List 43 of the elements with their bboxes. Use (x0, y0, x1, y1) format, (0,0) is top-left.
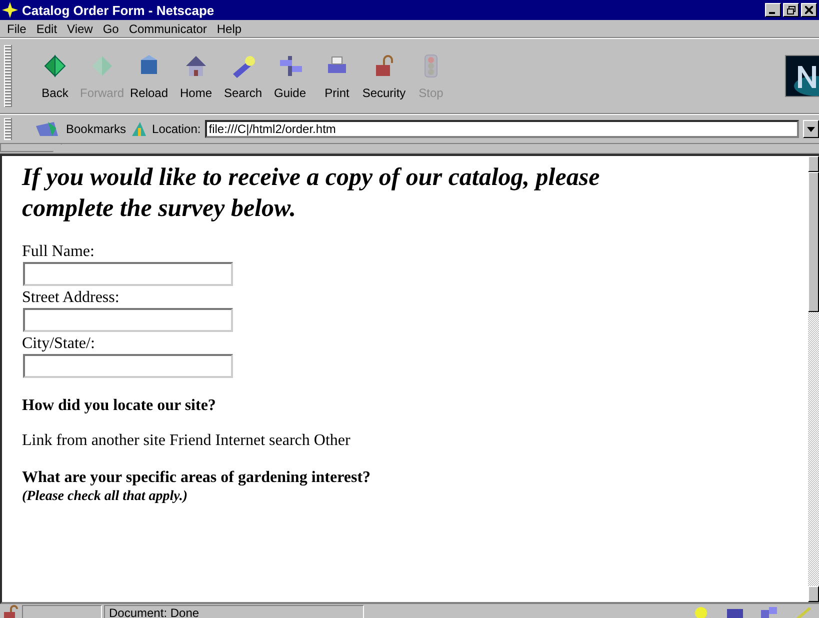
field-label: City/State/: (22, 334, 95, 353)
menu-item[interactable]: Communicator (124, 22, 212, 36)
close-icon (805, 6, 813, 14)
toolbar-button[interactable]: Home (173, 52, 219, 100)
toolbar-button[interactable]: Reload (126, 52, 172, 100)
dropdown-button[interactable] (803, 120, 819, 138)
toolbar-grip[interactable] (4, 118, 12, 140)
location-label: Location: (152, 122, 201, 136)
status-text: Document: Done (104, 605, 364, 618)
window-title: Catalog Order Form - Netscape (22, 2, 216, 18)
minimize-button[interactable] (765, 3, 781, 17)
star-burst-icon (2, 2, 18, 18)
menu-item[interactable]: View (62, 22, 98, 36)
toolbar-button[interactable]: Search (220, 52, 266, 100)
scrollbar[interactable] (808, 156, 819, 602)
restore-icon (786, 6, 796, 14)
input-field[interactable] (23, 354, 233, 378)
field-label: Full Name: (22, 242, 94, 261)
input-field[interactable] (23, 262, 233, 286)
menu-item[interactable]: Edit (31, 22, 62, 36)
options-text: Link from another site Friend Internet search Other (22, 432, 350, 450)
question-text: How did you locate our site? (22, 396, 216, 416)
page-heading: If you would like to receive a copy of our catalog, please complete the survey below. (22, 163, 601, 224)
menu-item[interactable]: Go (98, 22, 124, 36)
bookmarks-button[interactable]: Bookmarks (34, 120, 126, 138)
field-label: Street Address: (22, 288, 120, 307)
menu-item[interactable]: Help (212, 22, 247, 36)
location-field[interactable]: file:///C|/html2/order.htm (204, 120, 799, 138)
toolbar-button[interactable]: Guide (267, 52, 313, 100)
question-text: What are your specific areas of gardening interest? (22, 468, 371, 488)
chat-icon[interactable] (759, 605, 779, 618)
browser-logo-icon (785, 55, 819, 97)
restore-button[interactable] (783, 3, 799, 17)
toolbar-button[interactable]: Back (32, 52, 78, 100)
menu-item[interactable]: File (2, 22, 32, 36)
toolbar-grip[interactable] (4, 45, 12, 107)
toolbar-button[interactable]: Security (361, 52, 407, 100)
note-text: (Please check all that apply.) (22, 488, 188, 505)
close-button[interactable] (801, 3, 817, 17)
padlock-icon[interactable] (2, 605, 20, 618)
input-field[interactable] (23, 308, 233, 332)
toolbar-button[interactable]: Print (314, 52, 360, 100)
caret-icon (807, 126, 815, 132)
